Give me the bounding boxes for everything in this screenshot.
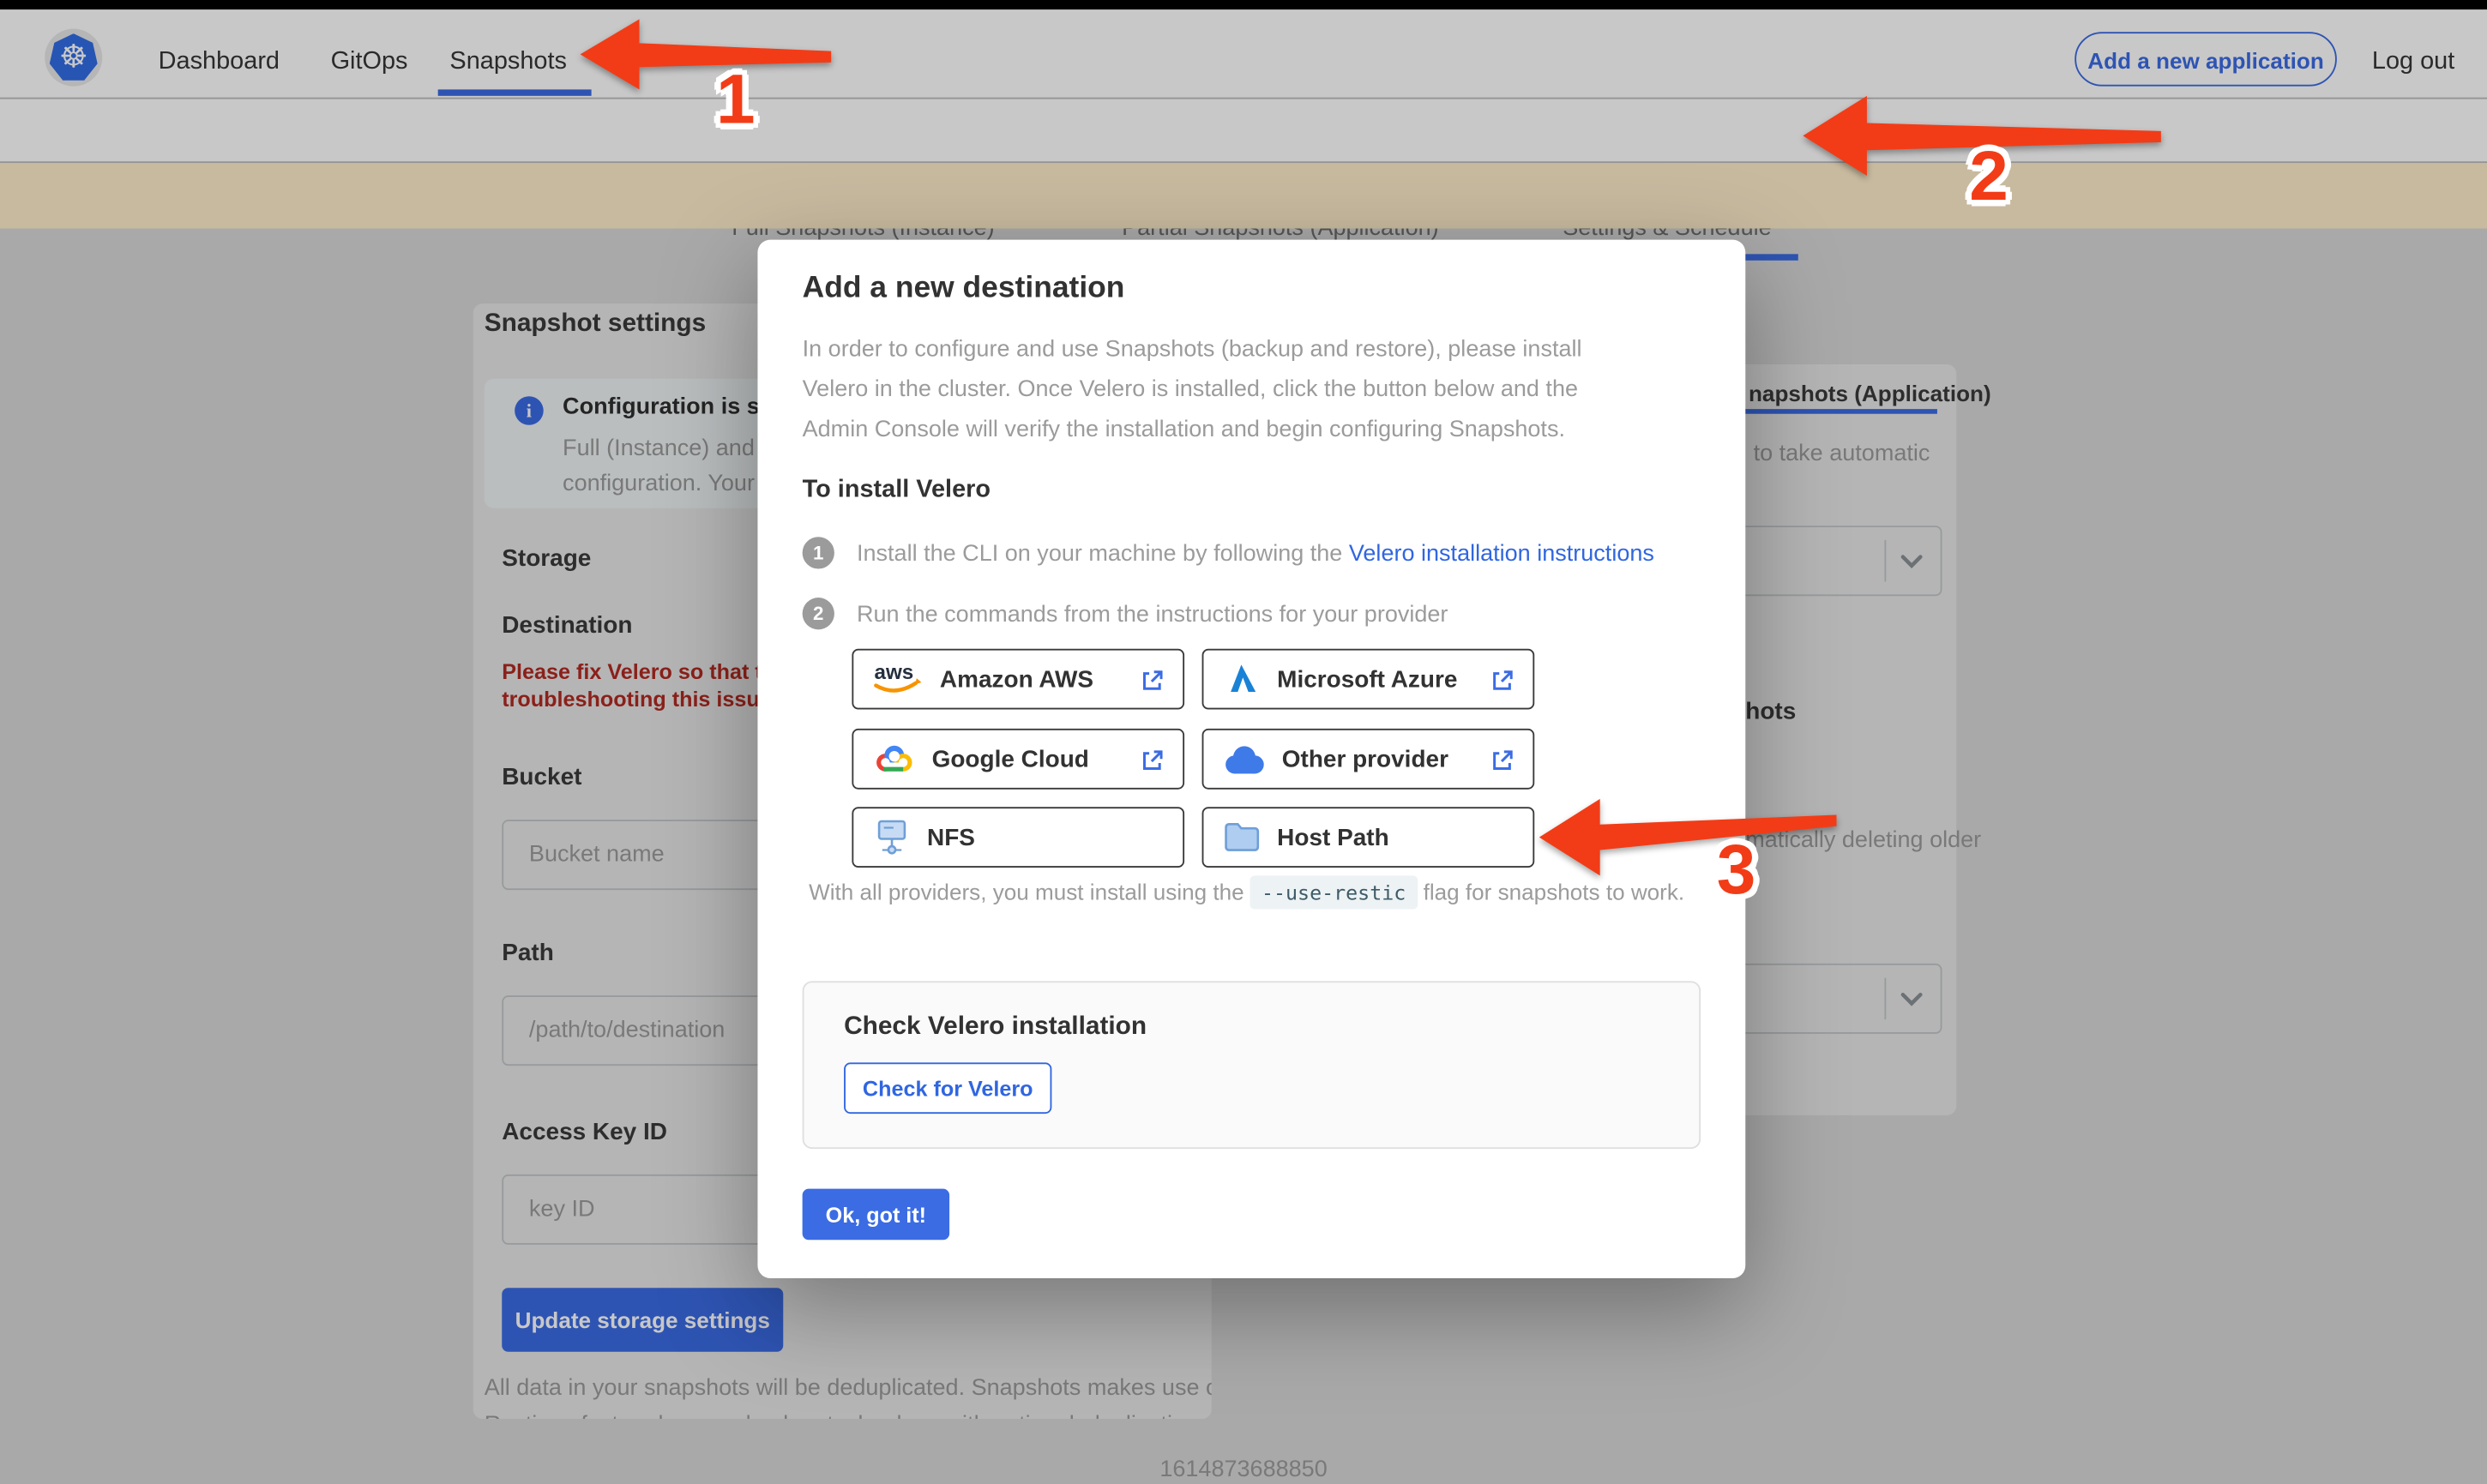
provider-button-other[interactable]: Other provider [1201,728,1535,790]
google-cloud-icon [876,745,912,772]
modal-title: Add a new destination [802,271,1125,305]
provider-label: Host Path [1277,823,1389,851]
step-1-badge: 1 [802,537,834,569]
check-velero-heading: Check Velero installation [844,1012,1147,1041]
external-link-icon [1493,749,1513,770]
nfs-icon [877,820,906,855]
external-link-icon [1142,749,1163,770]
step-1-label: Install the CLI on your machine by follo… [856,541,1349,568]
provider-button-host-path[interactable]: Host Path [1201,807,1535,868]
provider-button-aws[interactable]: aws Amazon AWS [852,648,1185,710]
annotation-arrow-1 [580,19,832,90]
step-1-text: Install the CLI on your machine by follo… [857,542,1654,568]
step-2-badge: 2 [802,598,834,630]
screen: ☸ Dashboard GitOps Snapshots Add a new a… [0,0,2487,1484]
provider-label: Other provider [1281,745,1448,773]
restic-note: With all providers, you must install usi… [809,875,1685,910]
restic-note-prefix: With all providers, you must install usi… [809,879,1250,904]
svg-text:aws: aws [874,661,913,684]
annotation-number-3: 3 [1716,831,1756,910]
add-destination-modal: Add a new destination In order to config… [757,239,1746,1279]
azure-icon [1231,664,1256,693]
annotation-arrow-3 [1539,798,1837,876]
modal-intro-line3: Admin Console will verify the installati… [802,417,1565,443]
provider-label: Microsoft Azure [1277,665,1458,693]
use-restic-code: --use-restic [1250,875,1418,910]
annotation-number-2: 2 [1969,137,2008,216]
velero-install-instructions-link[interactable]: Velero installation instructions [1349,542,1654,568]
external-link-icon [1142,670,1163,689]
check-for-velero-button[interactable]: Check for Velero [844,1062,1052,1115]
modal-intro-line1: In order to configure and use Snapshots … [802,337,1582,363]
restic-note-suffix: flag for snapshots to work. [1423,879,1685,904]
to-install-velero-heading: To install Velero [802,476,991,504]
provider-button-azure[interactable]: Microsoft Azure [1201,648,1535,710]
modal-intro-line2: Velero in the cluster. Once Velero is in… [802,376,1579,403]
ok-got-it-button[interactable]: Ok, got it! [802,1188,950,1241]
provider-label: Amazon AWS [939,665,1094,693]
check-velero-box: Check Velero installation Check for Vele… [802,981,1701,1150]
annotation-number-1: 1 [715,60,756,140]
provider-button-nfs[interactable]: NFS [852,807,1185,868]
cloud-icon [1225,745,1264,773]
step-2-text: Run the commands from the instructions f… [856,602,1448,628]
external-link-icon [1493,670,1513,689]
provider-label: NFS [927,823,975,851]
provider-button-google-cloud[interactable]: Google Cloud [852,728,1185,790]
folder-icon [1225,823,1260,851]
aws-icon: aws [874,661,922,693]
provider-label: Google Cloud [931,745,1089,773]
